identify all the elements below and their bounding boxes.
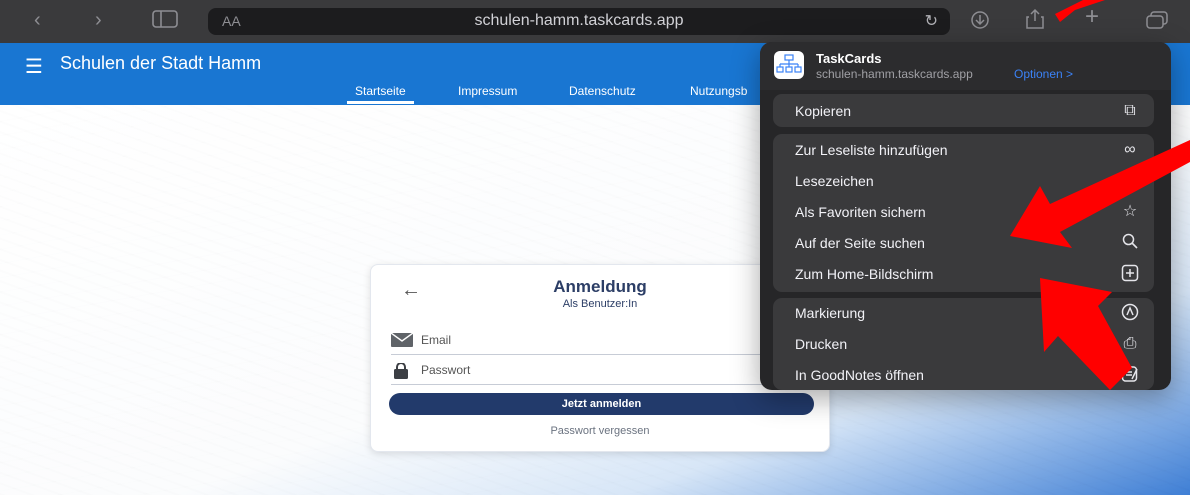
red-arrow-home-screen <box>1040 278 1132 390</box>
screen: ‹ › AA schulen-hamm.taskcards.app ↻ + ☰ … <box>0 0 1190 495</box>
red-arrow-share-icon <box>1055 0 1105 22</box>
annotation-arrows <box>1010 0 1190 390</box>
red-arrow-favorites <box>1010 140 1190 248</box>
